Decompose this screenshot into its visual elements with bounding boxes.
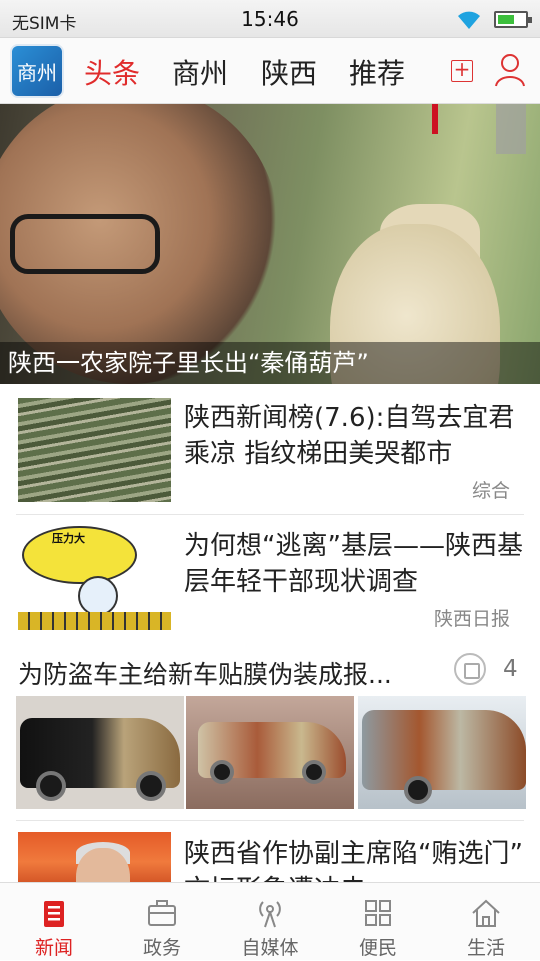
tab-shangzhou[interactable]: 商州 bbox=[172, 52, 228, 92]
news-source: 陕西日报 bbox=[433, 608, 510, 630]
tab-news[interactable]: 新闻 bbox=[0, 883, 108, 961]
tab-self-media[interactable]: 自媒体 bbox=[216, 883, 324, 961]
news-source: 综合 bbox=[471, 480, 510, 502]
user-icon[interactable] bbox=[494, 52, 526, 88]
news-item[interactable]: 陕西省作协副主席陷“贿选门” 文坛形象遭冲击 bbox=[0, 820, 540, 882]
gallery-thumbnail bbox=[186, 696, 354, 809]
gallery-count: 4 bbox=[503, 656, 518, 682]
tab-services[interactable]: 便民 bbox=[324, 883, 432, 961]
tab-label: 便民 bbox=[358, 937, 397, 959]
tab-label: 新闻 bbox=[34, 937, 73, 959]
news-title[interactable]: 陕西省作协副主席陷“贿选门” 文坛形象遭冲击 bbox=[184, 836, 524, 882]
news-thumbnail bbox=[18, 398, 171, 502]
app-logo[interactable]: 商州 bbox=[10, 44, 64, 98]
tab-headlines[interactable]: 头条 bbox=[84, 52, 140, 92]
news-title[interactable]: 陕西新闻榜(7.6):自驾去宜君乘凉 指纹梯田美哭都市 bbox=[184, 400, 524, 472]
bottom-tab-bar: 新闻 政务 自媒体 便民 生活 bbox=[0, 882, 540, 960]
tab-government[interactable]: 政务 bbox=[108, 883, 216, 961]
news-thumbnail: 压力大 bbox=[18, 526, 171, 630]
grid-icon bbox=[365, 900, 391, 926]
briefcase-icon bbox=[148, 900, 176, 926]
tab-life[interactable]: 生活 bbox=[432, 883, 540, 961]
battery-icon bbox=[494, 11, 532, 28]
status-bar: 无SIM卡 15:46 bbox=[0, 0, 540, 38]
news-thumbnail bbox=[18, 832, 171, 882]
gallery-thumbnail bbox=[16, 696, 184, 809]
gallery-thumbnail bbox=[358, 696, 526, 809]
add-channel-button[interactable]: + bbox=[451, 59, 473, 82]
image-icon bbox=[454, 653, 486, 685]
bookmark-icon bbox=[496, 104, 526, 154]
top-nav: 商州 头条 商州 陕西 推荐 + bbox=[0, 38, 540, 104]
tab-label: 自媒体 bbox=[241, 937, 299, 959]
home-icon bbox=[472, 899, 500, 927]
tab-recommended[interactable]: 推荐 bbox=[349, 52, 405, 92]
tab-label: 政务 bbox=[142, 937, 181, 959]
gallery-title[interactable]: 为防盗车主给新车贴膜伪装成报... bbox=[18, 655, 392, 691]
news-item[interactable]: 压力大 为何想“逃离”基层——陕西基层年轻干部现状调查 陕西日报 bbox=[0, 516, 540, 648]
cartoon-text: 压力大 bbox=[52, 532, 85, 545]
news-icon bbox=[44, 901, 64, 927]
news-item[interactable]: 陕西新闻榜(7.6):自驾去宜君乘凉 指纹梯田美哭都市 综合 bbox=[0, 384, 540, 516]
news-title[interactable]: 为何想“逃离”基层——陕西基层年轻干部现状调查 bbox=[184, 528, 524, 600]
tab-label: 生活 bbox=[466, 937, 505, 959]
hero-caption[interactable]: 陕西一农家院子里长出“秦俑葫芦” bbox=[0, 342, 540, 384]
broadcast-icon bbox=[259, 901, 281, 928]
tab-shaanxi[interactable]: 陕西 bbox=[261, 52, 317, 92]
wifi-icon bbox=[458, 11, 480, 29]
